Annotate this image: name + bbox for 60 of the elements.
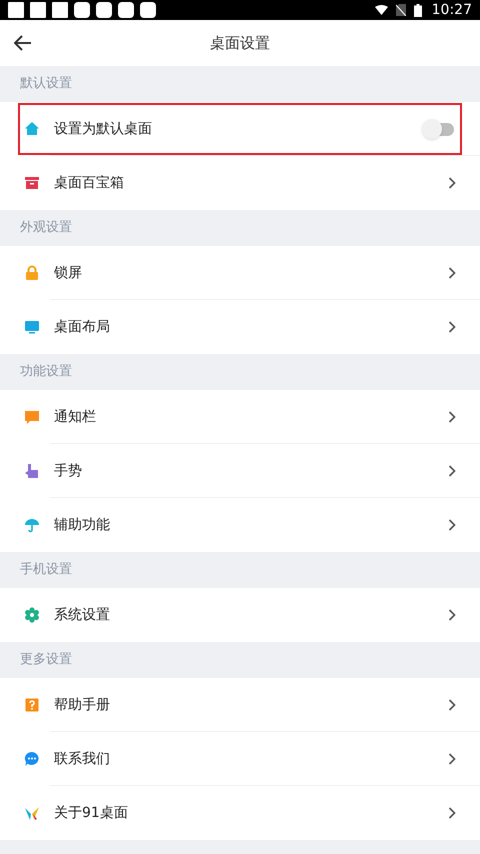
chevron-right-icon: [448, 519, 456, 531]
section-header: 更多设置: [20, 651, 72, 670]
section-header: 功能设置: [20, 363, 72, 382]
row-label: 通知栏: [54, 408, 97, 426]
row-label: 辅助功能: [54, 516, 111, 534]
settings-row[interactable]: 联系我们: [18, 733, 462, 785]
notification-icon: [140, 2, 156, 18]
chevron-right-icon: [448, 321, 456, 333]
notification-icon: [96, 2, 112, 18]
status-time: 10:27: [432, 0, 472, 20]
row-label: 桌面布局: [54, 318, 111, 336]
settings-row[interactable]: 帮助手册: [18, 679, 462, 731]
notification-icon: [52, 2, 68, 18]
wifi-icon: [374, 5, 388, 15]
settings-row[interactable]: 锁屏: [18, 247, 462, 299]
row-label: 桌面百宝箱: [54, 174, 125, 192]
message-icon: [24, 409, 40, 425]
settings-row[interactable]: 手势: [18, 445, 462, 497]
page-title: 桌面设置: [210, 32, 270, 54]
gear-icon: [24, 607, 40, 623]
section-header: 默认设置: [20, 75, 72, 94]
chevron-right-icon: [448, 699, 456, 711]
row-label: 系统设置: [54, 606, 111, 624]
notification-icon: [118, 2, 134, 18]
row-label: 关于91桌面: [54, 804, 129, 822]
settings-row[interactable]: 关于91桌面: [18, 787, 462, 839]
notification-icon: [30, 2, 46, 18]
chevron-right-icon: [448, 609, 456, 621]
chevron-right-icon: [448, 411, 456, 423]
chevron-right-icon: [448, 267, 456, 279]
settings-row[interactable]: 桌面百宝箱: [18, 157, 462, 209]
home-icon: [24, 121, 40, 137]
row-label: 设置为默认桌面: [54, 120, 153, 138]
chat-bubble-icon: [24, 751, 40, 767]
question-icon: [24, 697, 40, 713]
battery-icon: [414, 4, 422, 16]
row-label: 锁屏: [54, 264, 83, 282]
notification-icon: [8, 2, 24, 18]
chevron-right-icon: [448, 465, 456, 477]
chevron-right-icon: [448, 807, 456, 819]
settings-row[interactable]: 辅助功能: [18, 499, 462, 551]
storage-box-icon: [24, 175, 40, 191]
settings-row[interactable]: 通知栏: [18, 391, 462, 443]
notification-icon: [74, 2, 90, 18]
chevron-right-icon: [448, 177, 456, 189]
row-label: 联系我们: [54, 750, 111, 768]
lock-icon: [24, 265, 40, 281]
no-sim-icon: [396, 4, 406, 16]
section-header: 外观设置: [20, 219, 72, 238]
row-label: 帮助手册: [54, 696, 111, 714]
settings-row[interactable]: 桌面布局: [18, 301, 462, 353]
section-header: 手机设置: [20, 561, 72, 580]
toggle-switch[interactable]: [422, 119, 456, 139]
monitor-icon: [24, 319, 40, 335]
row-label: 手势: [54, 462, 83, 480]
chevron-right-icon: [448, 753, 456, 765]
hand-pointer-icon: [24, 463, 40, 479]
back-icon: [14, 35, 32, 51]
butterfly-icon: [24, 805, 40, 821]
umbrella-icon: [24, 517, 40, 533]
